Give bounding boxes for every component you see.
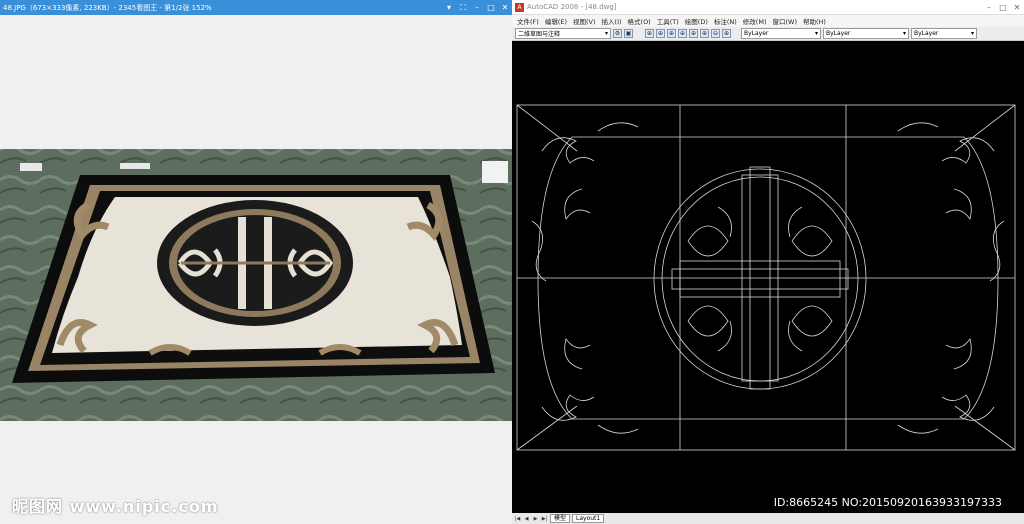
zoom-out-icon[interactable]: ⊖: [711, 29, 720, 38]
linetype-value: ByLayer: [826, 30, 851, 37]
menu-view[interactable]: 视图(V): [570, 16, 599, 26]
viewer-minimize-button[interactable]: –: [470, 1, 484, 15]
menu-draw[interactable]: 绘图(D): [682, 16, 711, 26]
layer-value: ByLayer: [744, 30, 769, 37]
menu-format[interactable]: 格式(O): [625, 16, 654, 26]
zoom-dynamic-icon[interactable]: ⊕: [722, 29, 731, 38]
viewer-maximize-button[interactable]: □: [484, 1, 498, 15]
linetype-select[interactable]: ByLayer ▾: [823, 28, 909, 39]
menu-window[interactable]: 窗口(W): [769, 16, 800, 26]
viewer-dropdown-button[interactable]: ▾: [442, 1, 456, 15]
workspace-select[interactable]: 二维草图与注释 ▾: [515, 28, 611, 39]
chevron-down-icon: ▾: [814, 30, 818, 37]
tab-first-icon[interactable]: |◀: [514, 515, 521, 523]
menu-help[interactable]: 帮助(H): [800, 16, 829, 26]
menu-modify[interactable]: 修改(M): [740, 16, 770, 26]
workspace-save-icon[interactable]: ▣: [624, 29, 633, 38]
zoom-realtime-icon[interactable]: ⊕: [645, 29, 654, 38]
image-viewer-window: 48.JPG（673×333像素, 223KB）- 2345看图王 - 第1/2…: [0, 0, 512, 524]
nipic-watermark: 昵图网 www.nipic.com: [12, 497, 219, 516]
layout-tabs: |◀ ◀ ▶ ▶| 模型 Layout1: [512, 513, 1024, 524]
tab-model[interactable]: 模型: [550, 514, 571, 523]
menu-insert[interactable]: 插入(I): [599, 16, 625, 26]
cad-minimize-button[interactable]: –: [982, 0, 996, 14]
zoom-extents-icon[interactable]: ⊕: [678, 29, 687, 38]
lineweight-select[interactable]: ByLayer ▾: [911, 28, 977, 39]
zoom-window-icon[interactable]: ⊕: [656, 29, 665, 38]
cad-close-button[interactable]: ✕: [1010, 0, 1024, 14]
viewer-title: 48.JPG（673×333像素, 223KB）- 2345看图王 - 第1/2…: [3, 3, 212, 12]
menu-dimension[interactable]: 标注(N): [711, 16, 740, 26]
image-id-watermark: ID:8665245 NO:20150920163933197333: [773, 496, 1002, 509]
zoom-previous-icon[interactable]: ⊕: [667, 29, 676, 38]
viewer-close-button[interactable]: ✕: [498, 1, 512, 15]
tab-prev-icon[interactable]: ◀: [523, 515, 530, 523]
cad-titlebar[interactable]: A AutoCAD 2008 - [48.dwg] – □ ✕: [512, 0, 1024, 15]
workspace-value: 二维草图与注释: [518, 31, 561, 38]
chevron-down-icon: ▾: [902, 30, 906, 37]
cad-title: AutoCAD 2008 - [48.dwg]: [527, 3, 617, 11]
cad-menubar: 文件(F) 编辑(E) 视图(V) 插入(I) 格式(O) 工具(T) 绘图(D…: [512, 15, 1024, 27]
zoom-in-icon[interactable]: ⊕: [700, 29, 709, 38]
lineweight-value: ByLayer: [914, 30, 939, 37]
floor-inlay-photo: [0, 15, 512, 421]
zoom-all-icon[interactable]: ⊕: [689, 29, 698, 38]
viewer-titlebar[interactable]: 48.JPG（673×333像素, 223KB）- 2345看图王 - 第1/2…: [0, 0, 512, 15]
chevron-down-icon: ▾: [604, 30, 608, 37]
viewer-fit-button[interactable]: ⛶: [456, 1, 470, 15]
chevron-down-icon: ▾: [970, 30, 974, 37]
cad-medallion-drawing: [516, 104, 1016, 451]
workspace-settings-icon[interactable]: ⚙: [613, 29, 622, 38]
menu-edit[interactable]: 编辑(E): [542, 16, 570, 26]
autocad-window: A AutoCAD 2008 - [48.dwg] – □ ✕ 文件(F) 编辑…: [512, 0, 1024, 524]
photo-display: [0, 15, 512, 524]
tab-next-icon[interactable]: ▶: [532, 515, 539, 523]
tab-last-icon[interactable]: ▶|: [541, 515, 548, 523]
autocad-app-icon: A: [515, 2, 524, 12]
tab-layout1[interactable]: Layout1: [572, 514, 605, 523]
drawing-canvas[interactable]: [512, 41, 1024, 513]
menu-tools[interactable]: 工具(T): [654, 16, 682, 26]
layer-select[interactable]: ByLayer ▾: [741, 28, 821, 39]
cad-maximize-button[interactable]: □: [996, 0, 1010, 14]
menu-file[interactable]: 文件(F): [514, 16, 542, 26]
cad-toolbar: 二维草图与注释 ▾ ⚙ ▣ ⊕ ⊕ ⊕ ⊕ ⊕ ⊕ ⊖ ⊕ ByLayer ▾ …: [512, 27, 1024, 41]
